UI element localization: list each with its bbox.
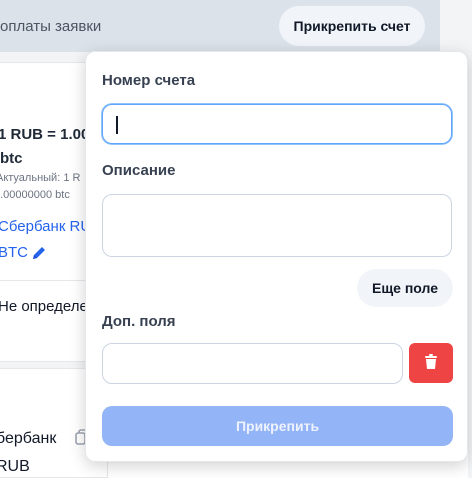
extra-field-input[interactable] bbox=[102, 343, 403, 384]
submit-attach-button[interactable]: Прикрепить bbox=[102, 406, 453, 446]
attach-account-button[interactable]: Прикрепить счет bbox=[279, 6, 425, 46]
currency-code: RUB bbox=[0, 458, 30, 475]
pencil-icon[interactable] bbox=[30, 244, 48, 262]
delete-field-button[interactable] bbox=[409, 343, 453, 383]
add-field-button[interactable]: Еще поле bbox=[357, 269, 453, 307]
text-caret bbox=[116, 116, 118, 134]
actual-rate-label: Актуальный: 1 R bbox=[0, 172, 81, 184]
exchange-rate: 1 RUB = 1.00 bbox=[0, 126, 90, 143]
btc-link[interactable]: BTC bbox=[0, 244, 28, 261]
top-bar: оплаты заявки Прикрепить счет bbox=[0, 0, 440, 52]
status-text: Не определе bbox=[0, 298, 88, 315]
trash-icon bbox=[424, 353, 438, 373]
account-number-input[interactable] bbox=[102, 104, 452, 144]
page-title: оплаты заявки bbox=[0, 18, 102, 35]
description-textarea[interactable] bbox=[102, 194, 452, 257]
extra-fields-label: Доп. поля bbox=[102, 313, 176, 330]
exchange-rate-unit: btc bbox=[0, 150, 23, 167]
description-label: Описание bbox=[102, 162, 176, 179]
attach-account-popup: Номер счета Описание Еще поле Доп. поля … bbox=[85, 51, 468, 462]
account-number-label: Номер счета bbox=[102, 72, 196, 89]
actual-rate-value: 1.00000000 btc bbox=[0, 189, 70, 201]
bank-link[interactable]: Сбербанк RU bbox=[0, 218, 91, 235]
bank-name: бербанк bbox=[0, 430, 57, 447]
